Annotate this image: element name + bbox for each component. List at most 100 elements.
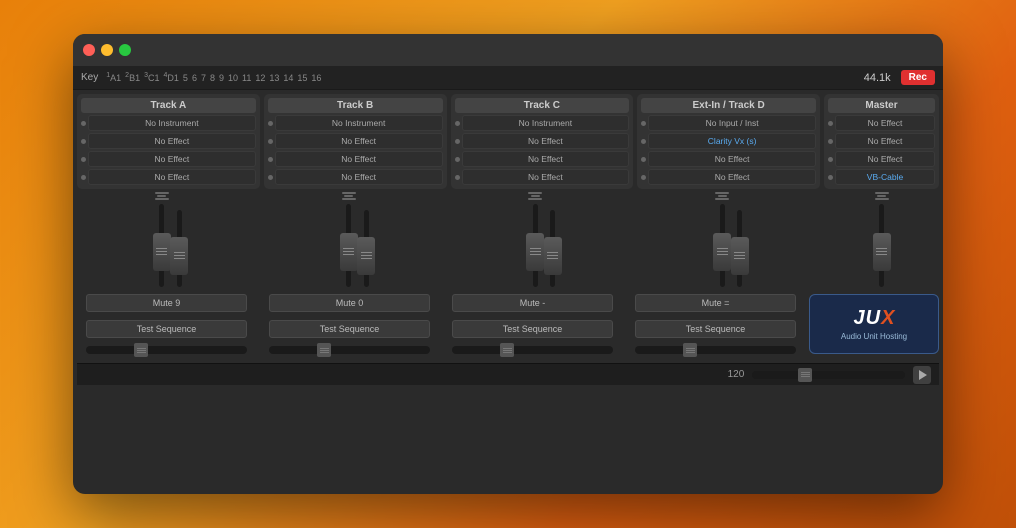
fader-c2-knob[interactable] [544, 237, 562, 275]
track-c-slot-0-btn[interactable]: No Instrument [462, 115, 630, 131]
marker-12[interactable]: 12 [255, 73, 265, 83]
mute-c-button[interactable]: Mute - [452, 294, 613, 312]
marker-3[interactable]: 3C1 [144, 72, 159, 83]
fader-b-col [264, 192, 447, 287]
h-fader-b-track[interactable] [269, 346, 430, 354]
play-button[interactable] [913, 366, 931, 384]
marker-5[interactable]: 5 [183, 73, 188, 83]
marker-1[interactable]: 1A1 [106, 72, 121, 83]
marker-4[interactable]: 4D1 [164, 72, 179, 83]
master-slot-1-btn[interactable]: No Effect [835, 133, 935, 149]
h-fader-a-knob[interactable] [134, 343, 148, 357]
track-b-slot-3-btn[interactable]: No Effect [275, 169, 443, 185]
fader-icon-line [718, 195, 727, 197]
marker-11[interactable]: 11 [242, 73, 251, 83]
fader-d-wrapper [637, 192, 820, 287]
track-b-slot-0-btn[interactable]: No Instrument [275, 115, 443, 131]
master-slot-3-btn[interactable]: VB-Cable [835, 169, 935, 185]
track-c-slot-3-btn[interactable]: No Effect [462, 169, 630, 185]
seq-d-button[interactable]: Test Sequence [635, 320, 796, 338]
fader-a-track[interactable] [159, 204, 164, 288]
fader-d-track[interactable] [720, 204, 725, 288]
key-label: Key [81, 72, 98, 83]
mute-b-button[interactable]: Mute 0 [269, 294, 430, 312]
maximize-button[interactable] [119, 44, 131, 56]
fader-a2-track[interactable] [177, 210, 182, 287]
h-knob-line [801, 374, 810, 375]
track-b-slot-1-btn[interactable]: No Effect [275, 133, 443, 149]
fader-a2-knob[interactable] [170, 237, 188, 275]
mute-a-button[interactable]: Mute 9 [86, 294, 247, 312]
track-a-slot-1: No Effect [81, 133, 256, 149]
h-fader-b-knob[interactable] [317, 343, 331, 357]
seq-a-button[interactable]: Test Sequence [86, 320, 247, 338]
minimize-button[interactable] [101, 44, 113, 56]
marker-9[interactable]: 9 [219, 73, 224, 83]
mute-d-button[interactable]: Mute = [635, 294, 796, 312]
h-fader-c-track[interactable] [452, 346, 613, 354]
track-a-slot-0-btn[interactable]: No Instrument [88, 115, 256, 131]
fader-knob-line [734, 258, 745, 259]
fader-d2-track[interactable] [737, 210, 742, 287]
h-fader-a-track[interactable] [86, 346, 247, 354]
master-slot-2-btn[interactable]: No Effect [835, 151, 935, 167]
fader-b2-track[interactable] [364, 210, 369, 287]
track-b-slot-2-btn[interactable]: No Effect [275, 151, 443, 167]
h-knob-line [503, 348, 512, 349]
bottom-master: JU X Audio Unit Hosting [809, 290, 939, 358]
marker-2[interactable]: 2B1 [125, 72, 140, 83]
fader-knob-line [343, 248, 354, 249]
rec-button[interactable]: Rec [901, 70, 935, 85]
fader-d [715, 192, 729, 287]
fader-b-track[interactable] [346, 204, 351, 288]
track-d-slot-0-btn[interactable]: No Input / Inst [648, 115, 816, 131]
marker-10[interactable]: 10 [228, 73, 238, 83]
close-button[interactable] [83, 44, 95, 56]
fader-knob-line [156, 254, 167, 255]
h-knob-line [320, 352, 329, 353]
track-d-slot-2-btn[interactable]: No Effect [648, 151, 816, 167]
marker-7[interactable]: 7 [201, 73, 206, 83]
marker-13[interactable]: 13 [269, 73, 279, 83]
fader-knob-line [734, 252, 745, 253]
fader-master-col [824, 192, 939, 287]
fader-b2-knob[interactable] [357, 237, 375, 275]
master-h-fader-knob[interactable] [798, 368, 812, 382]
track-a-slot-3-btn[interactable]: No Effect [88, 169, 256, 185]
bottom-c: Mute - Test Sequence [443, 290, 622, 358]
h-fader-d-track[interactable] [635, 346, 796, 354]
seq-c-button[interactable]: Test Sequence [452, 320, 613, 338]
fader-c2-track[interactable] [550, 210, 555, 287]
h-fader-d-knob[interactable] [683, 343, 697, 357]
track-b-dot-1 [268, 139, 273, 144]
fader-b-knob[interactable] [340, 233, 358, 271]
sample-rate: 44.1k [864, 72, 891, 84]
track-a-slot-1-btn[interactable]: No Effect [88, 133, 256, 149]
fader-d-col [637, 192, 820, 287]
track-d-slot-3-btn[interactable]: No Effect [648, 169, 816, 185]
h-fader-c-knob[interactable] [500, 343, 514, 357]
fader-master-track[interactable] [879, 204, 884, 288]
fader-master-knob[interactable] [873, 233, 891, 271]
master-h-fader-track[interactable] [752, 371, 905, 379]
fader-knob-line [361, 252, 372, 253]
marker-14[interactable]: 14 [283, 73, 293, 83]
seq-b-button[interactable]: Test Sequence [269, 320, 430, 338]
marker-8[interactable]: 8 [210, 73, 215, 83]
fader-d2-knob[interactable] [731, 237, 749, 275]
fader-a-knob[interactable] [153, 233, 171, 271]
track-c-slot-1-btn[interactable]: No Effect [462, 133, 630, 149]
track-c-slot-2-btn[interactable]: No Effect [462, 151, 630, 167]
marker-6[interactable]: 6 [192, 73, 197, 83]
fader-c-track[interactable] [533, 204, 538, 288]
master-slot-0: No Effect [828, 115, 935, 131]
fader-d-knob[interactable] [713, 233, 731, 271]
marker-15[interactable]: 15 [297, 73, 307, 83]
track-c-slot-0: No Instrument [455, 115, 630, 131]
master-slot-0-btn[interactable]: No Effect [835, 115, 935, 131]
fader-c-knob[interactable] [526, 233, 544, 271]
marker-16[interactable]: 16 [311, 73, 321, 83]
track-a-slot-2-btn[interactable]: No Effect [88, 151, 256, 167]
master-label: Master [828, 98, 935, 113]
track-d-slot-1-btn[interactable]: Clarity Vx (s) [648, 133, 816, 149]
